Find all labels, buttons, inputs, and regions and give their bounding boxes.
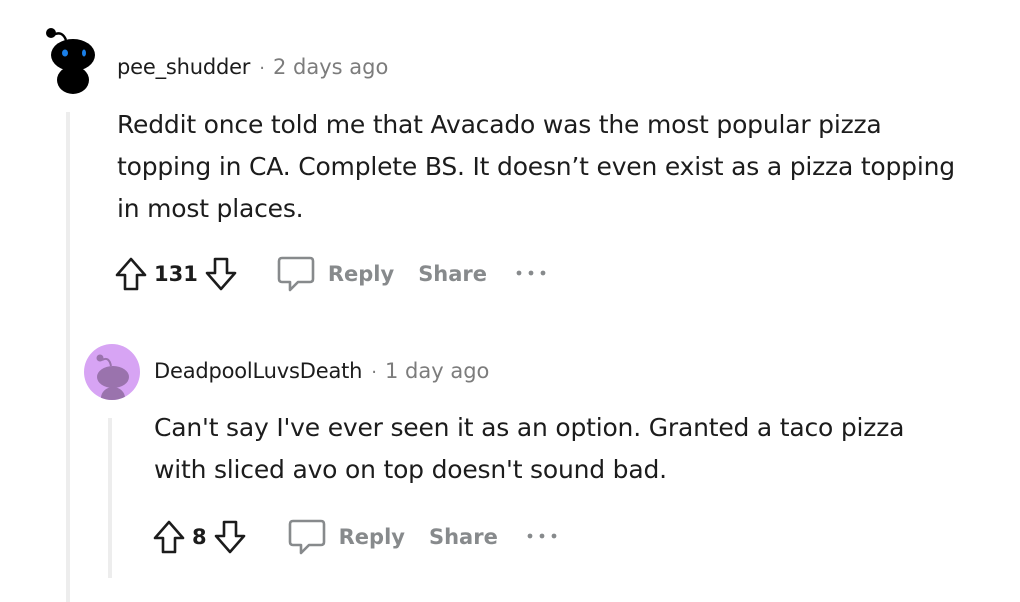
username[interactable]: DeadpoolLuvsDeath bbox=[154, 359, 362, 383]
more-options-icon[interactable] bbox=[515, 269, 549, 279]
avatar[interactable] bbox=[40, 22, 98, 94]
separator-dot: · bbox=[371, 362, 377, 383]
comment-body: Reddit once told me that Avacado was the… bbox=[117, 110, 955, 223]
comment-body: Can't say I've ever seen it as an option… bbox=[154, 413, 905, 484]
more-options-icon[interactable] bbox=[526, 532, 560, 542]
share-label: Share bbox=[428, 525, 498, 549]
reply-icon bbox=[277, 256, 315, 292]
username[interactable]: pee_shudder bbox=[117, 55, 250, 79]
reply-icon bbox=[288, 519, 325, 555]
share-label: Share bbox=[418, 262, 488, 286]
timestamp[interactable]: 1 day ago bbox=[385, 359, 489, 383]
reply-button[interactable]: Reply bbox=[287, 518, 405, 556]
downvote-icon[interactable] bbox=[204, 256, 238, 292]
upvote-icon[interactable] bbox=[114, 256, 148, 292]
avatar[interactable] bbox=[84, 344, 140, 400]
comment-meta: DeadpoolLuvsDeath · 1 day ago bbox=[154, 359, 489, 383]
comment-meta: pee_shudder · 2 days ago bbox=[117, 55, 388, 79]
reply-label: Reply bbox=[338, 525, 405, 549]
comment-actions: 131 Reply Share bbox=[114, 252, 549, 296]
share-button[interactable]: Share bbox=[418, 262, 487, 286]
vote-score: 8 bbox=[192, 525, 207, 549]
snoo-avatar-icon bbox=[96, 354, 129, 400]
timestamp[interactable]: 2 days ago bbox=[273, 55, 388, 79]
share-button[interactable]: Share bbox=[429, 525, 498, 549]
comment-actions: 8 Reply Share bbox=[152, 515, 560, 559]
snoo-avatar-icon bbox=[46, 28, 95, 94]
thread-line-reply[interactable] bbox=[108, 418, 112, 578]
separator-dot: · bbox=[259, 58, 265, 79]
vote-score: 131 bbox=[154, 262, 198, 286]
reply-button[interactable]: Reply bbox=[276, 255, 394, 293]
upvote-icon[interactable] bbox=[152, 519, 186, 555]
thread-line-top-level[interactable] bbox=[66, 112, 70, 602]
reply-label: Reply bbox=[327, 262, 395, 286]
downvote-icon[interactable] bbox=[213, 519, 247, 555]
